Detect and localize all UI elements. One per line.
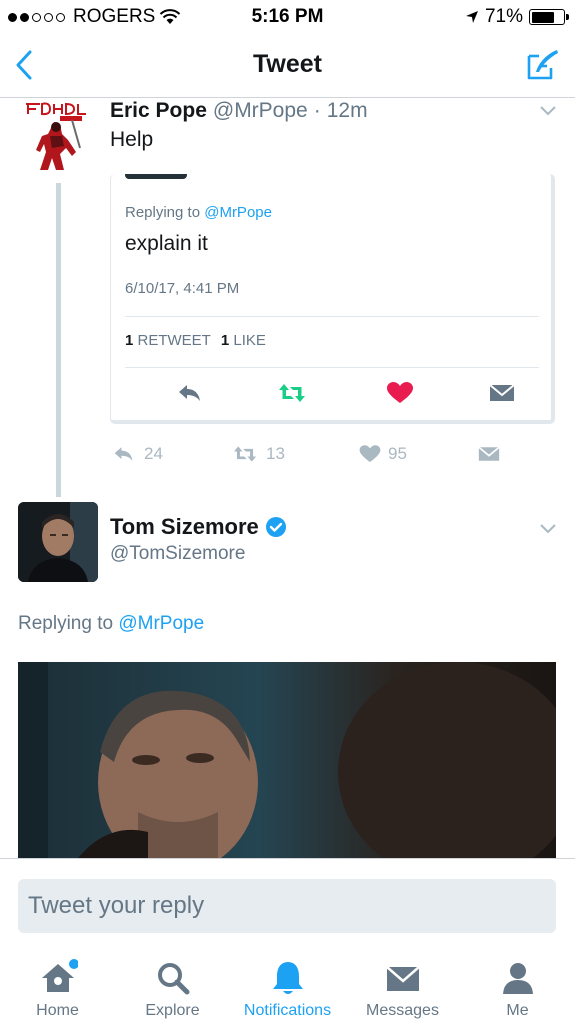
retweet-icon[interactable] [277,380,307,406]
search-icon [157,963,189,995]
thread-connector [56,183,61,497]
reply-count: 24 [144,444,163,463]
retweet-count: 1 [125,332,134,349]
divider [125,316,539,317]
tab-label: Notifications [243,1002,332,1019]
notification-badge [68,959,78,969]
tweet-actions: 24 13 95 [110,443,555,469]
tab-home[interactable]: Home [0,958,115,1020]
battery-icon [529,9,569,25]
quoted-media-edge [125,174,187,179]
verified-badge-icon [265,517,286,537]
quoted-text: explain it [125,232,208,255]
like-heart-icon [359,445,381,462]
compose-tweet-icon[interactable] [525,46,561,82]
quoted-tweet-card[interactable]: Replying to @MrPope explain it 6/10/17, … [110,174,555,424]
tab-label: Home [36,1002,79,1019]
tab-label: Explore [145,1002,200,1019]
like-count: 1 [220,332,230,349]
dm-action[interactable] [476,443,502,465]
like-heart-icon[interactable] [385,380,415,406]
bell-icon [272,962,303,994]
quoted-stats: 1 RETWEET 1 LIKE [125,332,266,349]
tweet-media-image[interactable] [18,662,556,858]
like-stat[interactable]: 1 LIKE [221,332,266,349]
replying-prefix: Replying to [18,613,114,634]
media-photo [18,662,556,858]
tweet-age: 12m [326,99,368,122]
separator-dot: · [313,99,321,122]
tab-messages[interactable]: Messages [345,958,460,1020]
quoted-actions [125,380,539,410]
like-count: 95 [388,444,407,463]
tweet-text: Help [110,128,154,151]
retweet-action[interactable]: 13 [230,443,285,465]
replying-prefix: Replying to [125,204,201,221]
retweet-count: 13 [266,444,285,463]
tab-me[interactable]: Me [460,958,575,1020]
for-honor-logo-avatar [20,100,92,176]
author-handle[interactable]: @TomSizemore [110,543,245,565]
mention-link[interactable]: @MrPope [118,613,204,634]
mention-link[interactable]: @MrPope [204,204,272,221]
tab-label: Me [506,1002,529,1019]
like-label: LIKE [233,332,266,349]
reply-icon [114,447,133,461]
avatar[interactable] [18,502,98,582]
person-icon [502,963,533,994]
chevron-down-icon[interactable] [538,104,558,118]
page-title: Tweet [253,50,322,78]
reply-icon[interactable] [175,380,205,406]
author-name: Tom Sizemore [110,514,259,539]
status-right: 71% [465,6,569,28]
tab-bar: Home Explore Notifications Messages Me [0,948,575,1024]
divider [125,367,539,368]
direct-message-icon[interactable] [487,380,517,406]
location-arrow-icon [465,11,478,23]
tab-notifications[interactable]: Notifications [230,958,345,1020]
retweet-icon [234,446,256,462]
quoted-replying-to: Replying to @MrPope [125,204,272,221]
direct-message-icon [478,446,500,461]
status-bar: ROGERS 5:16 PM 71% [0,0,575,36]
quoted-date: 6/10/17, 4:41 PM [125,280,240,297]
home-icon [41,959,78,992]
author-handle: @MrPope [212,99,308,122]
reply-input[interactable] [18,879,556,933]
like-action[interactable]: 95 [358,443,407,465]
tweet-author[interactable]: Tom Sizemore [110,514,287,540]
battery-percent: 71% [484,6,523,27]
tab-explore[interactable]: Explore [115,958,230,1020]
replying-to: Replying to @MrPope [18,613,204,635]
reply-composer [0,858,575,948]
profile-photo [18,502,98,582]
chevron-down-icon[interactable] [538,522,558,536]
retweet-label: RETWEET [137,332,211,349]
author-name: Eric Pope [110,99,207,122]
avatar[interactable] [20,100,92,176]
tab-label: Messages [366,1002,439,1019]
envelope-icon [385,966,420,991]
retweet-stat[interactable]: 1 RETWEET [125,332,211,349]
reply-action[interactable]: 24 [110,443,163,465]
tweet-author[interactable]: Eric Pope @MrPope · 12m [110,99,368,123]
navigation-bar: Tweet [0,36,575,98]
